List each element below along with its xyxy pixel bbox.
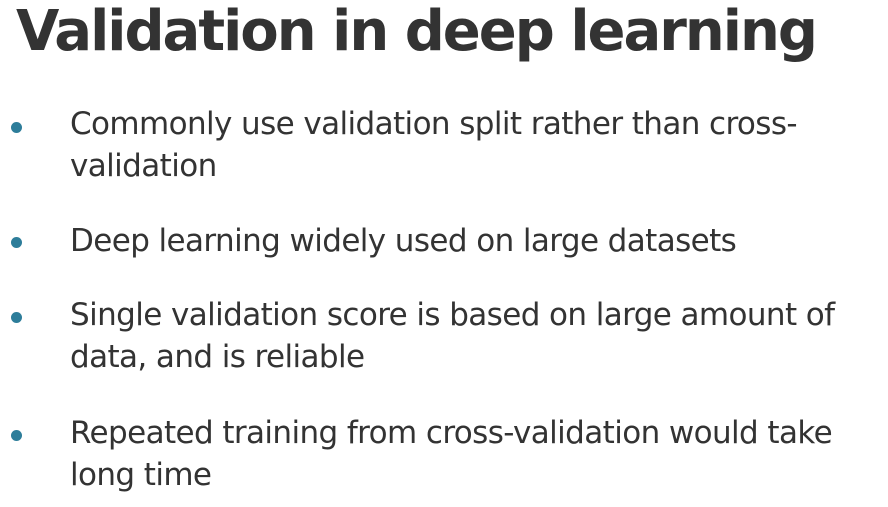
bullet-line: validation	[70, 148, 217, 184]
slide: Validation in deep learning Commonly use…	[0, 0, 888, 507]
bullet-line: long time	[70, 457, 212, 493]
bullet-line: Commonly use validation split rather tha…	[70, 106, 798, 142]
bullet-line: Single validation score is based on larg…	[70, 297, 835, 333]
bullet-dot-icon	[11, 122, 22, 133]
bullet-text: Single validation score is based on larg…	[70, 294, 880, 378]
bullet-line: Deep learning widely used on large datas…	[70, 223, 737, 259]
bullet-dot-icon	[11, 312, 22, 323]
bullet-text: Repeated training from cross-validation …	[70, 412, 880, 496]
bullet-line: Repeated training from cross-validation …	[70, 415, 833, 451]
bullet-line: data, and is reliable	[70, 339, 365, 375]
bullet-text: Commonly use validation split rather tha…	[70, 103, 880, 187]
bullet-text: Deep learning widely used on large datas…	[70, 220, 880, 262]
slide-title: Validation in deep learning	[16, 0, 818, 64]
bullet-dot-icon	[11, 237, 22, 248]
bullet-dot-icon	[11, 430, 22, 441]
